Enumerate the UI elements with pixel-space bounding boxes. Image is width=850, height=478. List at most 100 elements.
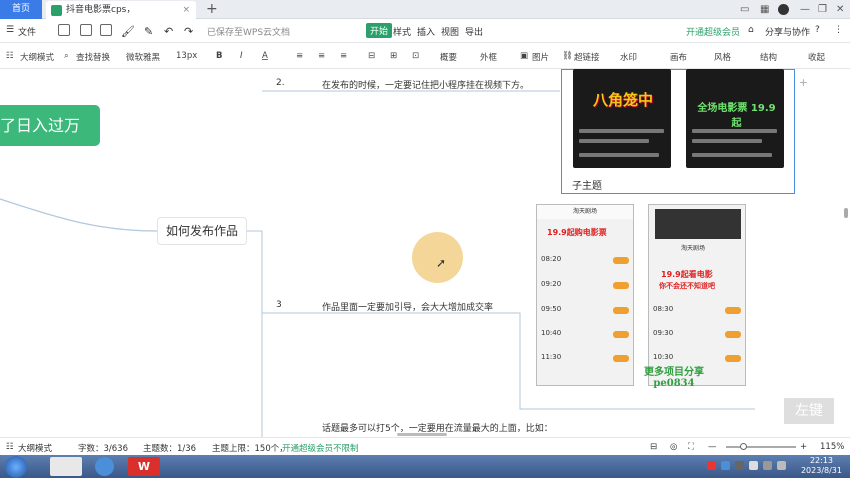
insert-parent-icon[interactable]: ⊡ xyxy=(412,51,419,61)
close-window-icon[interactable]: ✕ xyxy=(836,0,844,19)
showtime: 09:20 xyxy=(541,280,562,288)
zoom-out-icon[interactable]: — xyxy=(708,442,717,452)
system-clock[interactable]: 22:13 2023/8/31 xyxy=(801,456,842,476)
mindmap-canvas[interactable]: 了日入过万 如何发布作品 2. 在发布的时候，一定要记住把小程序挂在视频下方。 … xyxy=(0,69,850,437)
restore-icon[interactable]: ❐ xyxy=(818,0,827,19)
search-icon[interactable]: ⌕ xyxy=(64,51,69,61)
image-button[interactable]: 图片 xyxy=(532,51,549,63)
tab-document[interactable]: 抖音电影票cps， × xyxy=(46,1,196,19)
zoom-slider[interactable] xyxy=(726,446,796,448)
start-button[interactable] xyxy=(5,456,27,478)
outline-mode-icon[interactable]: ☷ xyxy=(6,442,14,452)
horizontal-scrollbar[interactable] xyxy=(397,433,447,436)
phone2-promo-sub: 你不会还不知道吧 xyxy=(659,282,715,290)
root-topic[interactable]: 了日入过万 xyxy=(0,105,100,146)
close-tab-icon[interactable]: × xyxy=(182,1,190,19)
phone1-promo-text: 19.9起购电影票 xyxy=(547,228,607,237)
menu-icon[interactable]: ☰ xyxy=(6,25,14,35)
zoom-slider-handle[interactable] xyxy=(740,443,747,450)
menu-start[interactable]: 开始 xyxy=(366,23,393,38)
outline-icon[interactable]: ☷ xyxy=(6,51,14,61)
lock-icon[interactable]: ⌂ xyxy=(748,25,754,35)
help-button[interactable]: ? xyxy=(815,25,820,35)
tray-icon[interactable] xyxy=(707,461,716,470)
vip-link[interactable]: 开通超级会员 xyxy=(686,25,740,38)
menu-file[interactable]: 文件 xyxy=(18,25,36,38)
add-topic-icon[interactable]: + xyxy=(799,76,808,89)
align-right-icon[interactable]: ≡ xyxy=(340,51,347,61)
showtime: 09:30 xyxy=(653,329,674,337)
tray-icon[interactable] xyxy=(735,461,744,470)
structure-button[interactable]: 结构 xyxy=(760,51,777,63)
grid-icon[interactable]: ▦ xyxy=(760,0,769,19)
theme-style-button[interactable]: 风格 xyxy=(714,51,731,63)
outline-mode-button[interactable]: 大纲模式 xyxy=(20,51,54,63)
fullscreen-icon[interactable]: ⛶ xyxy=(688,442,694,452)
location-icon[interactable]: ◎ xyxy=(670,442,677,452)
undo-icon[interactable]: ↶ xyxy=(164,25,173,38)
wps-app-icon[interactable]: W xyxy=(128,457,160,476)
menu-view[interactable]: 视图 xyxy=(441,25,459,38)
topic-how-to-publish[interactable]: 如何发布作品 xyxy=(157,217,247,245)
phone1-header: 淘天剧场 xyxy=(537,205,633,219)
more-icon[interactable]: ⋮ xyxy=(834,25,843,35)
canvas-button[interactable]: 画布 xyxy=(670,51,687,63)
tab-document-label: 抖音电影票cps， xyxy=(66,5,136,15)
showtime: 08:20 xyxy=(541,255,562,263)
watermark-button[interactable]: 水印 xyxy=(620,51,637,63)
vip-unlimited-link[interactable]: 开通超级会员不限制 xyxy=(282,442,359,454)
volume-icon[interactable] xyxy=(777,461,786,470)
subtopic-label[interactable]: 子主题 xyxy=(572,177,602,192)
status-outline-mode[interactable]: 大纲模式 xyxy=(18,442,52,454)
collapse-button[interactable]: 收起 xyxy=(808,51,825,63)
export-icon[interactable] xyxy=(80,24,92,36)
share-collab-button[interactable]: 分享与协作 xyxy=(765,25,810,38)
format-painter-icon[interactable]: 🖌 xyxy=(121,25,135,38)
insert-child-icon[interactable]: ⊞ xyxy=(390,51,397,61)
fit-icon[interactable]: ⊟ xyxy=(650,442,657,452)
frame-button[interactable]: 外框 xyxy=(480,51,497,63)
vertical-scrollbar[interactable] xyxy=(844,208,848,218)
menu-style[interactable]: 样式 xyxy=(393,25,411,38)
share-icon[interactable] xyxy=(100,24,112,36)
align-center-icon[interactable]: ≡ xyxy=(318,51,325,61)
font-size-select[interactable]: 13px xyxy=(176,51,197,61)
showtime: 11:30 xyxy=(541,353,562,361)
menu-insert[interactable]: 插入 xyxy=(417,25,435,38)
tab-home[interactable]: 首页 xyxy=(0,0,42,19)
summary-button[interactable]: 概要 xyxy=(440,51,457,63)
clock-time: 22:13 xyxy=(809,456,834,465)
tray-icon[interactable] xyxy=(749,461,758,470)
network-icon[interactable] xyxy=(763,461,772,470)
layout-icon[interactable]: ▭ xyxy=(740,0,749,19)
avatar[interactable] xyxy=(778,4,789,15)
save-icon[interactable] xyxy=(58,24,70,36)
word-count: 字数：3/636 xyxy=(78,444,128,454)
menu-export[interactable]: 导出 xyxy=(465,25,483,38)
redo-icon[interactable]: ↷ xyxy=(184,25,193,38)
italic-button[interactable]: I xyxy=(240,51,243,61)
zoom-level[interactable]: 115% xyxy=(820,442,844,452)
link-icon[interactable]: ⛓ xyxy=(562,51,573,61)
subtopic-number-3: 3 xyxy=(276,300,282,310)
bold-button[interactable]: B xyxy=(216,51,222,61)
subtopic-publish-tip[interactable]: 在发布的时候，一定要记住把小程序挂在视频下方。 xyxy=(322,78,529,91)
browser-icon[interactable] xyxy=(95,457,114,476)
tray-icon[interactable] xyxy=(721,461,730,470)
subtopic-guide-tip[interactable]: 作品里面一定要加引导，会大大增加成交率 xyxy=(322,300,493,313)
phone-screenshot-2: 淘天剧场 19.9起看电影 你不会还不知道吧 08:30 09:30 10:30 xyxy=(648,204,746,386)
insert-sibling-icon[interactable]: ⊟ xyxy=(368,51,375,61)
minimize-icon[interactable]: — xyxy=(800,0,810,19)
align-left-icon[interactable]: ≡ xyxy=(296,51,303,61)
zoom-in-icon[interactable]: + xyxy=(800,442,807,452)
font-color-button[interactable]: A xyxy=(262,51,268,61)
showtime: 08:30 xyxy=(653,305,674,313)
font-select[interactable]: 微软雅黑 xyxy=(126,51,160,63)
clear-format-icon[interactable]: ✎ xyxy=(144,25,153,38)
new-tab-button[interactable]: + xyxy=(206,0,218,19)
file-explorer-icon[interactable] xyxy=(50,457,82,476)
hyperlink-button[interactable]: 超链接 xyxy=(574,51,600,63)
image-icon[interactable]: ▣ xyxy=(520,51,528,61)
find-replace-button[interactable]: 查找替换 xyxy=(76,51,110,63)
menu-bar: ☰ 文件 🖌 ✎ ↶ ↷ 已保存至WPS云文档 开始 样式 插入 视图 导出 开… xyxy=(0,19,850,43)
